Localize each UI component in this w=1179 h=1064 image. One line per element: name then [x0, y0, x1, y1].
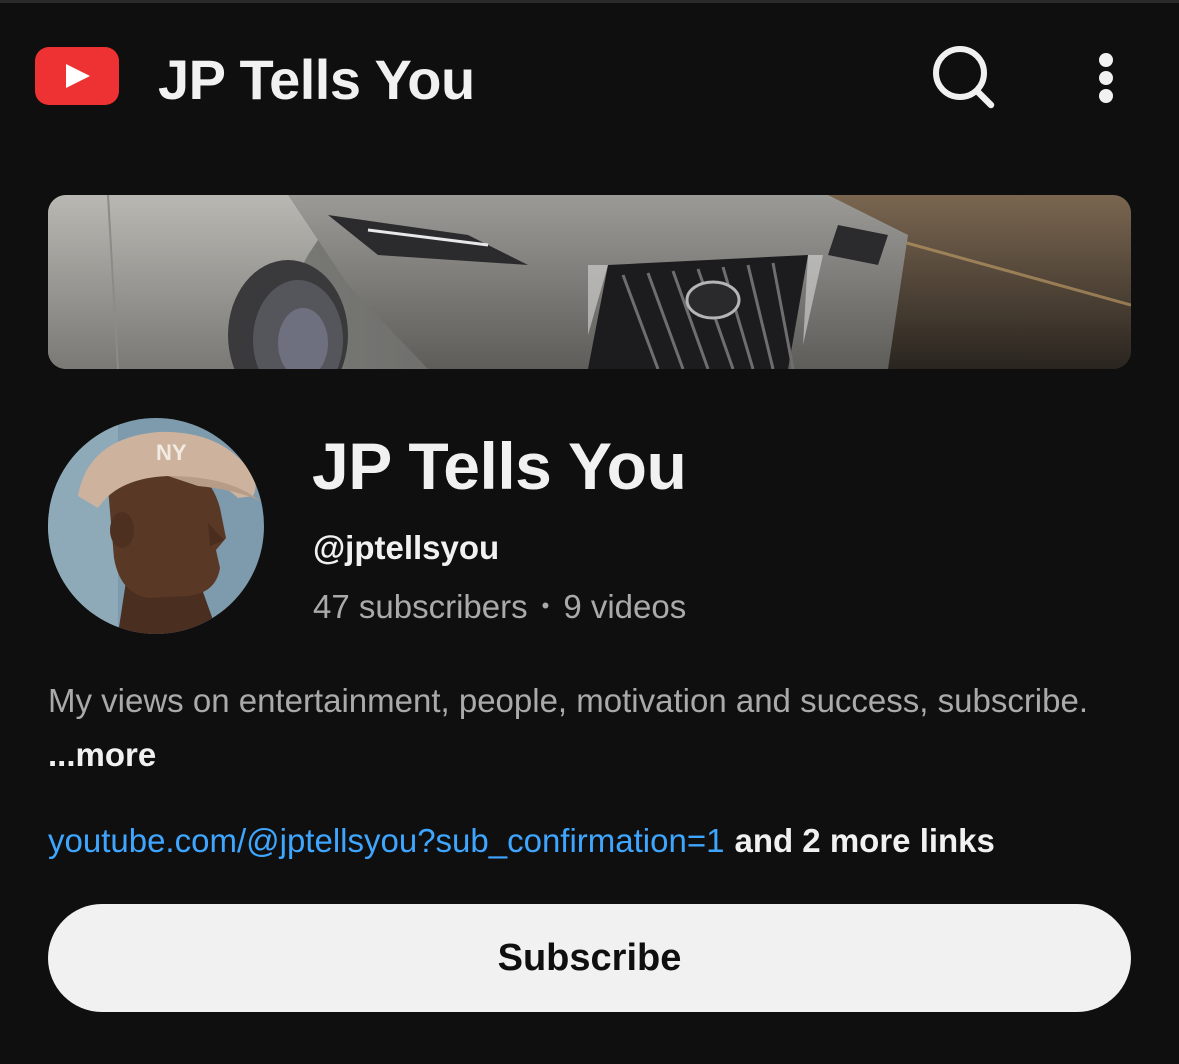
description-text: My views on entertainment, people, motiv…: [48, 682, 1089, 719]
channel-stats: 47 subscribers • 9 videos: [313, 587, 686, 629]
more-vertical-icon[interactable]: [1084, 48, 1128, 108]
subscribe-label: Subscribe: [497, 936, 682, 979]
subscribe-button[interactable]: Subscribe: [48, 904, 1131, 1012]
more-description-link[interactable]: ...more: [48, 736, 156, 773]
channel-link[interactable]: youtube.com/@jptellsyou?sub_confirmation…: [48, 822, 724, 859]
separator-dot: •: [541, 593, 550, 619]
video-count: 9 videos: [563, 588, 687, 625]
more-links-link[interactable]: and 2 more links: [734, 822, 994, 859]
svg-text:NY: NY: [156, 440, 187, 465]
channel-name: JP Tells You: [312, 429, 687, 503]
app-title: JP Tells You: [158, 48, 475, 111]
channel-handle: @jptellsyou: [313, 529, 500, 566]
channel-links: youtube.com/@jptellsyou?sub_confirmation…: [48, 820, 995, 862]
subscriber-count: 47 subscribers: [313, 588, 528, 625]
avatar[interactable]: NY: [48, 418, 264, 634]
app-bar: JP Tells You: [0, 0, 1179, 150]
channel-description[interactable]: My views on entertainment, people, motiv…: [48, 674, 1138, 782]
youtube-logo-icon[interactable]: [35, 47, 119, 105]
search-icon[interactable]: [928, 42, 998, 112]
channel-banner[interactable]: [48, 195, 1131, 369]
